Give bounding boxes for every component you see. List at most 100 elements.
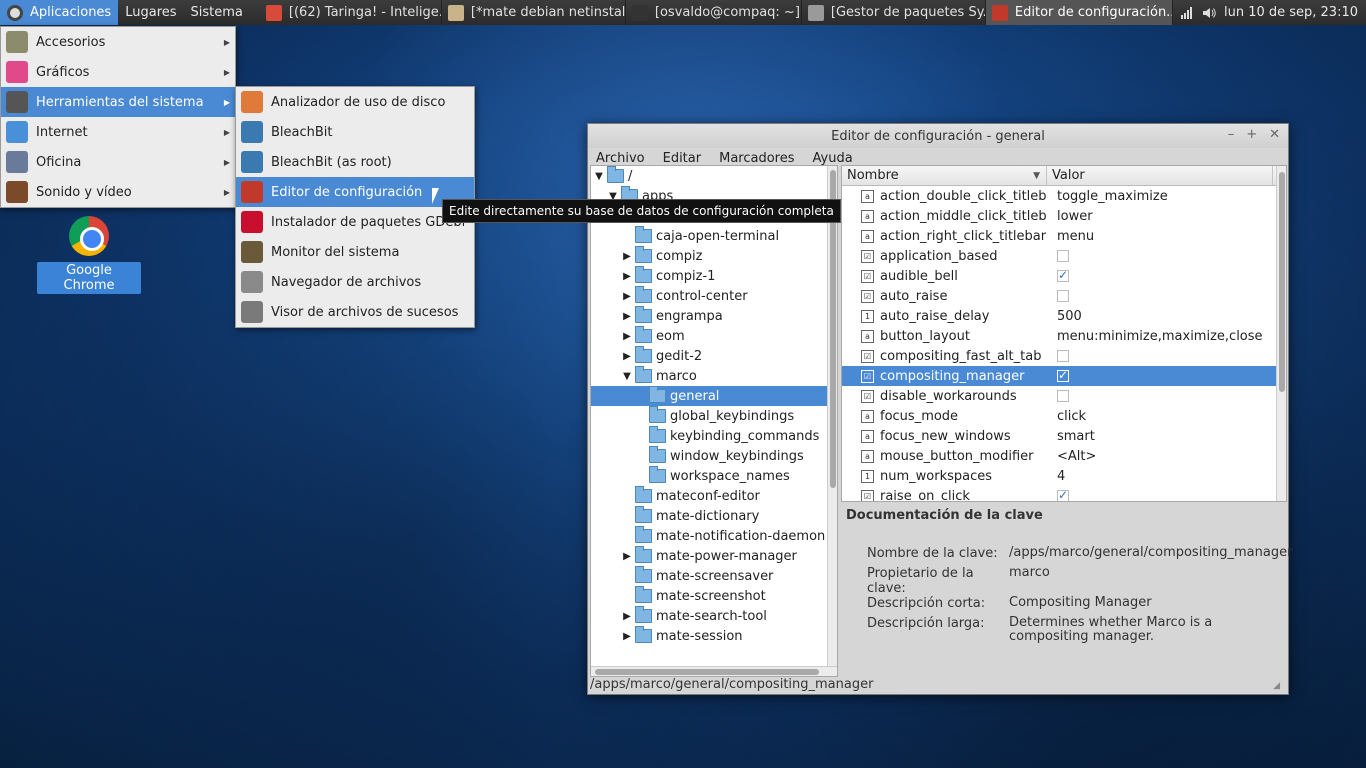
key-value-cell[interactable]: [1047, 268, 1069, 282]
maximize-icon[interactable]: +: [1246, 127, 1257, 142]
submenu-item-bleachbit[interactable]: BleachBit: [236, 117, 474, 147]
key-list-row[interactable]: 1 num_workspaces 4: [842, 466, 1286, 486]
menubar-item[interactable]: Ayuda: [813, 151, 853, 166]
value-checkbox[interactable]: [1057, 250, 1069, 262]
key-list-row[interactable]: ☑ compositing_fast_alt_tab: [842, 346, 1286, 366]
taskbar-button[interactable]: [(62) Taringa! - Intelige...: [260, 0, 442, 25]
tree-row[interactable]: ▶ control-center: [591, 286, 837, 306]
submenu-item-bleachbit-root[interactable]: BleachBit (as root): [236, 147, 474, 177]
list-vertical-scrollbar[interactable]: [1276, 166, 1286, 501]
submenu-item-file-browser[interactable]: Navegador de archivos: [236, 267, 474, 297]
menubar-item[interactable]: Archivo: [596, 151, 645, 166]
submenu-item-disk-usage[interactable]: Analizador de uso de disco: [236, 87, 474, 117]
key-list-row[interactable]: a mouse_button_modifier <Alt>: [842, 446, 1286, 466]
key-value-cell[interactable]: [1047, 350, 1069, 362]
expander-open-icon[interactable]: ▼: [621, 371, 633, 382]
key-value-cell[interactable]: [1047, 290, 1069, 302]
taskbar-button[interactable]: Editor de configuración...: [985, 0, 1173, 25]
submenu-item-gdebi[interactable]: Instalador de paquetes GDebi: [236, 207, 474, 237]
menu-item-accessories[interactable]: Accesorios ▶: [1, 27, 235, 57]
expander-open-icon[interactable]: ▼: [593, 171, 605, 182]
expander-closed-icon[interactable]: ▶: [621, 311, 633, 322]
tree-row[interactable]: mate-dictionary: [591, 506, 837, 526]
tree-row[interactable]: workspace_names: [591, 466, 837, 486]
key-list-row[interactable]: a action_middle_click_titlebar lower: [842, 206, 1286, 226]
key-value-cell[interactable]: <Alt>: [1047, 449, 1096, 464]
tree-horizontal-scrollbar[interactable]: [591, 666, 837, 676]
value-column-header[interactable]: Valor: [1047, 166, 1273, 185]
menubar-item[interactable]: Marcadores: [719, 151, 794, 166]
key-value-cell[interactable]: toggle_maximize: [1047, 189, 1168, 204]
key-value-cell[interactable]: menu:minimize,maximize,close: [1047, 329, 1263, 344]
tree-row[interactable]: mate-notification-daemon: [591, 526, 837, 546]
tree-row[interactable]: ▶ mate-search-tool: [591, 606, 837, 626]
expander-closed-icon[interactable]: ▶: [621, 631, 633, 642]
tree-row[interactable]: ▶ mate-power-manager: [591, 546, 837, 566]
tree-row[interactable]: mateconf-editor: [591, 486, 837, 506]
tree-row[interactable]: ▶ eom: [591, 326, 837, 346]
menubar-item[interactable]: Editar: [663, 151, 702, 166]
value-checkbox[interactable]: [1057, 488, 1069, 501]
close-icon[interactable]: ✕: [1269, 127, 1280, 142]
tree-vertical-scrollbar[interactable]: [827, 166, 837, 676]
tree-row[interactable]: mate-screensaver: [591, 566, 837, 586]
key-list-row[interactable]: a focus_mode click: [842, 406, 1286, 426]
taskbar-button[interactable]: [Gestor de paquetes Sy...: [802, 0, 986, 25]
value-checkbox[interactable]: [1057, 350, 1069, 362]
key-value-cell[interactable]: click: [1047, 409, 1086, 424]
menu-item-sound-video[interactable]: Sonido y vídeo ▶: [1, 177, 235, 207]
tree-row[interactable]: ▶ mate-session: [591, 626, 837, 646]
resize-grip-icon[interactable]: ◢: [1273, 681, 1280, 691]
key-value-cell[interactable]: [1047, 368, 1069, 382]
tree-row[interactable]: ▶ compiz: [591, 246, 837, 266]
key-value-cell[interactable]: [1047, 390, 1069, 402]
key-value-cell[interactable]: [1047, 250, 1069, 262]
expander-closed-icon[interactable]: ▶: [621, 551, 633, 562]
key-list-row[interactable]: a button_layout menu:minimize,maximize,clo…: [842, 326, 1286, 346]
taskbar-button[interactable]: [*mate debian netinstal...: [442, 0, 626, 25]
expander-closed-icon[interactable]: ▶: [621, 611, 633, 622]
key-list-row[interactable]: ☑ auto_raise: [842, 286, 1286, 306]
minimize-icon[interactable]: –: [1228, 127, 1235, 142]
key-list-row[interactable]: ☑ audible_bell: [842, 266, 1286, 286]
key-list-row[interactable]: a action_double_click_titlebar toggle_maxi…: [842, 186, 1286, 206]
tree-horizontal-scroll-thumb[interactable]: [595, 669, 819, 675]
applications-menu-button[interactable]: Aplicaciones: [0, 0, 119, 25]
key-list-row[interactable]: ☑ disable_workarounds: [842, 386, 1286, 406]
menu-item-system-tools[interactable]: Herramientas del sistema ▶: [1, 87, 235, 117]
name-column-header[interactable]: Nombre ▼: [842, 166, 1047, 185]
network-signal-icon[interactable]: [1180, 6, 1194, 20]
key-value-cell[interactable]: 4: [1047, 469, 1065, 484]
places-menu-button[interactable]: Lugares: [118, 0, 183, 25]
tree-row[interactable]: window_keybindings: [591, 446, 837, 466]
expander-closed-icon[interactable]: ▶: [621, 291, 633, 302]
menu-item-internet[interactable]: Internet ▶: [1, 117, 235, 147]
taskbar-button[interactable]: [osvaldo@compaq: ~]: [626, 0, 802, 25]
key-list-row[interactable]: ☑ compositing_manager: [842, 366, 1286, 386]
tree-row[interactable]: general: [591, 386, 837, 406]
key-value-cell[interactable]: menu: [1047, 229, 1094, 244]
expander-closed-icon[interactable]: ▶: [621, 331, 633, 342]
desktop-icon-google-chrome[interactable]: Google Chrome: [37, 212, 141, 294]
key-value-cell[interactable]: smart: [1047, 429, 1095, 444]
tree-row[interactable]: keybinding_commands: [591, 426, 837, 446]
tree-row[interactable]: ▼ /: [591, 166, 837, 186]
tree-row[interactable]: ▶ gedit-2: [591, 346, 837, 366]
key-list-row[interactable]: ☑ raise_on_click: [842, 486, 1286, 501]
value-checkbox[interactable]: [1057, 268, 1069, 282]
tree-row[interactable]: ▶ compiz-1: [591, 266, 837, 286]
menu-item-graphics[interactable]: Gráficos ▶: [1, 57, 235, 87]
key-list-row[interactable]: a action_right_click_titlebar menu: [842, 226, 1286, 246]
tree-row[interactable]: mate-screenshot: [591, 586, 837, 606]
tree-row[interactable]: caja-open-terminal: [591, 226, 837, 246]
value-checkbox[interactable]: [1057, 390, 1069, 402]
key-list-row[interactable]: ☑ application_based: [842, 246, 1286, 266]
expander-closed-icon[interactable]: ▶: [621, 271, 633, 282]
tree-row[interactable]: global_keybindings: [591, 406, 837, 426]
key-value-cell[interactable]: lower: [1047, 209, 1093, 224]
tree-row[interactable]: ▶ engrampa: [591, 306, 837, 326]
menu-item-office[interactable]: Oficina ▶: [1, 147, 235, 177]
value-checkbox[interactable]: [1057, 368, 1069, 382]
key-value-cell[interactable]: 500: [1047, 309, 1082, 324]
clock[interactable]: lun 10 de sep, 23:10: [1224, 5, 1358, 20]
